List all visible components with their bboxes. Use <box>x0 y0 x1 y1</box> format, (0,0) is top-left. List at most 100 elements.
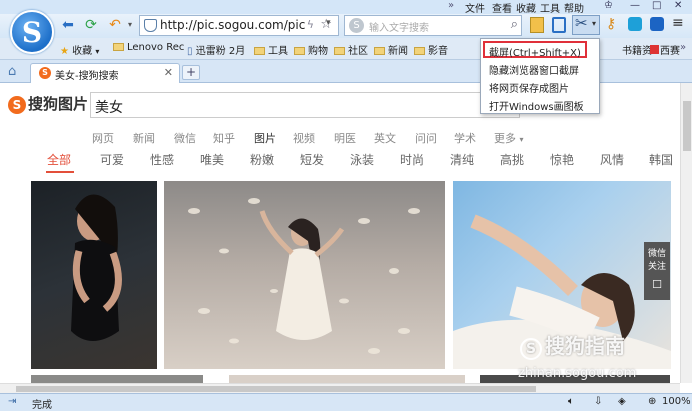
zoom-icon[interactable]: ⊕ <box>648 396 656 407</box>
image-result[interactable] <box>31 375 203 383</box>
sogou-images-logo[interactable]: S 搜狗图片 <box>8 93 88 114</box>
nav-video[interactable]: 视频 <box>293 130 315 146</box>
shield-icon[interactable] <box>650 17 664 31</box>
search-placeholder: 输入文字搜索 <box>369 23 429 34</box>
menu-item-hide-window-screenshot[interactable]: 隐藏浏览器窗口截屏 <box>489 62 579 77</box>
chevron-down-icon: ▾ <box>519 135 524 144</box>
category-item[interactable]: 韩国 <box>649 151 673 168</box>
notes-icon[interactable] <box>530 17 544 33</box>
skin-icon[interactable]: ♔ <box>604 0 613 11</box>
download-icon[interactable]: ⇩ <box>594 396 602 407</box>
category-item[interactable]: 高挑 <box>500 151 524 168</box>
bookmark-tools[interactable]: 工具 <box>254 42 288 57</box>
menu-item-screenshot[interactable]: 截屏(Ctrl+Shift+X) <box>489 44 581 59</box>
category-item[interactable]: 粉嫩 <box>250 151 274 168</box>
refresh-icon[interactable]: ⟳ <box>82 16 100 34</box>
bookmark-news[interactable]: 新闻 <box>374 42 408 57</box>
key-icon[interactable]: ⚷ <box>606 16 616 32</box>
close-window-button[interactable]: ✕ <box>674 0 682 11</box>
menu-tools[interactable]: 工具 <box>540 0 560 15</box>
save-icon[interactable] <box>552 17 566 33</box>
screenshot-menu: 截屏(Ctrl+Shift+X) 隐藏浏览器窗口截屏 将网页保存成图片 打开Wi… <box>480 38 600 114</box>
search-engine-icon[interactable]: S <box>349 18 364 33</box>
menu-item-save-page-as-image[interactable]: 将网页保存成图片 <box>489 80 569 95</box>
category-item[interactable]: 风情 <box>600 151 624 168</box>
maximize-button[interactable]: □ <box>652 0 661 11</box>
menu-favorites[interactable]: 收藏 <box>516 0 536 15</box>
nav-wechat[interactable]: 微信 <box>174 130 196 146</box>
sidebar-toggle-icon[interactable]: ⇥ <box>8 396 16 407</box>
menu-overflow-icon[interactable]: » <box>448 0 454 11</box>
category-item[interactable]: 唯美 <box>200 151 224 168</box>
undo-dropdown-icon[interactable]: ▾ <box>121 16 139 34</box>
menu-item-open-paint[interactable]: 打开Windows画图板 <box>489 98 584 113</box>
back-arrow-icon[interactable]: ⬅ <box>59 16 77 34</box>
bookmark-books[interactable]: 书籍资 <box>622 42 652 57</box>
image-result[interactable] <box>229 375 465 383</box>
nav-english[interactable]: 英文 <box>374 130 396 146</box>
minimize-button[interactable]: — <box>630 0 640 11</box>
vertical-scrollbar[interactable] <box>680 83 692 383</box>
nav-news[interactable]: 新闻 <box>133 130 155 146</box>
bookmark-media[interactable]: 影音 <box>414 42 448 57</box>
address-dropdown-icon[interactable]: ▾ <box>326 18 331 28</box>
nav-academic[interactable]: 学术 <box>454 130 476 146</box>
lightning-icon[interactable]: ϟ <box>307 18 314 31</box>
menu-bar: 文件 查看 收藏 工具 帮助 » ♔ — □ ✕ <box>0 0 692 15</box>
category-all[interactable]: 全部 <box>47 151 71 168</box>
bookmark-xunlei[interactable]: ▯ 迅雷粉 2月 <box>187 42 245 57</box>
category-item[interactable]: 时尚 <box>400 151 424 168</box>
sound-icon[interactable]: 🔈︎ <box>568 396 574 407</box>
sogou-watermark-icon: S <box>520 338 542 360</box>
category-item[interactable]: 惊艳 <box>550 151 574 168</box>
bookmark-lenovo[interactable]: Lenovo Rec <box>113 42 184 53</box>
nav-zhihu[interactable]: 知乎 <box>213 130 235 146</box>
scrollbar-thumb[interactable] <box>16 386 536 392</box>
nav-wenwen[interactable]: 问问 <box>415 130 437 146</box>
folder-icon <box>294 47 305 55</box>
tab-active[interactable]: S 美女-搜狗搜索 ✕ <box>30 63 180 83</box>
category-item[interactable]: 性感 <box>150 151 174 168</box>
watermark-brand: S 搜狗指南 <box>520 330 625 360</box>
nav-more[interactable]: 更多 ▾ <box>494 130 524 146</box>
main-menu-icon[interactable]: ≡ <box>672 15 684 31</box>
folder-icon <box>254 47 265 55</box>
bookmark-xisai[interactable]: 西赛 <box>650 42 680 57</box>
new-tab-button[interactable]: + <box>182 65 200 80</box>
search-icon[interactable]: ⌕ <box>511 17 518 32</box>
wechat-follow-widget[interactable]: 微信 关注 ☐ <box>644 242 670 300</box>
search-box[interactable]: S 输入文字搜索 ⌕ <box>344 15 522 36</box>
search-tool-icon[interactable] <box>628 17 642 31</box>
nav-medical[interactable]: 明医 <box>334 130 356 146</box>
tab-title: 美女-搜狗搜索 <box>55 71 119 82</box>
feedback-icon[interactable]: ☐ <box>644 278 670 291</box>
photo-woman-white-dress <box>188 198 420 354</box>
bookmarks-overflow-icon[interactable]: » <box>680 42 686 53</box>
menu-file[interactable]: 文件 <box>465 0 485 15</box>
nav-images[interactable]: 图片 <box>254 130 276 146</box>
horizontal-scrollbar[interactable] <box>0 383 680 393</box>
sogou-logo-icon: S <box>8 96 26 114</box>
image-result[interactable] <box>164 181 445 369</box>
category-item[interactable]: 短发 <box>300 151 324 168</box>
menu-help[interactable]: 帮助 <box>564 0 584 15</box>
menu-view[interactable]: 查看 <box>492 0 512 15</box>
sogou-browser-logo[interactable]: S <box>10 10 54 54</box>
image-search-input[interactable]: 美女 <box>90 92 520 118</box>
shield-status-icon[interactable]: ◈ <box>618 396 626 407</box>
close-tab-icon[interactable]: ✕ <box>164 66 173 79</box>
category-item[interactable]: 可爱 <box>100 151 124 168</box>
scissors-icon[interactable]: ✂ <box>575 14 588 32</box>
scrollbar-thumb[interactable] <box>683 101 691 151</box>
bookmark-community[interactable]: 社区 <box>334 42 368 57</box>
home-icon[interactable]: ⌂ <box>8 64 16 79</box>
screenshot-dropdown-icon[interactable]: ▾ <box>592 19 596 28</box>
favorites-button[interactable]: ★ 收藏 ▾ <box>60 42 99 57</box>
nav-web[interactable]: 网页 <box>92 130 114 146</box>
category-item[interactable]: 泳装 <box>350 151 374 168</box>
bookmark-shopping[interactable]: 购物 <box>294 42 328 57</box>
address-bar[interactable]: http://pic.sogou.com/pic ϟ ☆ <box>139 15 339 36</box>
image-result[interactable] <box>31 181 157 369</box>
category-item[interactable]: 清纯 <box>450 151 474 168</box>
zoom-level[interactable]: 100% <box>662 396 691 407</box>
